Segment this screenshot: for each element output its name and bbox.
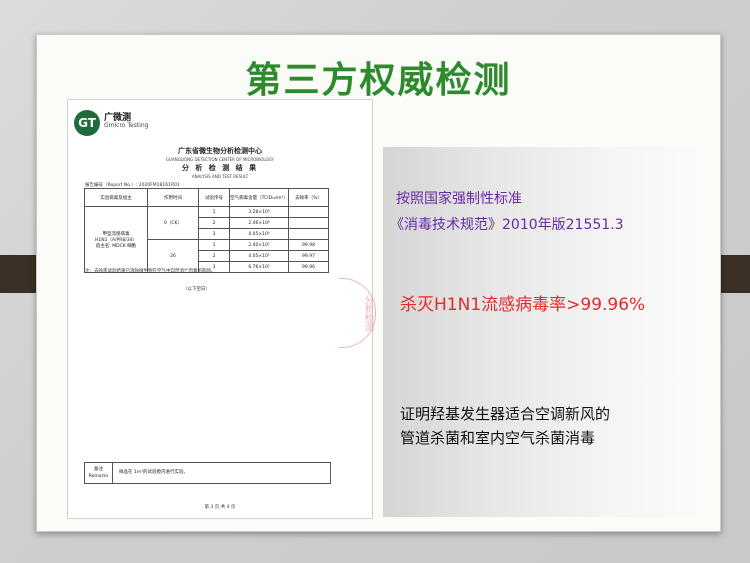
standard-line-2: 《消毒技术规范》2010年版21551.3 (390, 217, 624, 233)
standard-line-1: 按照国家强制性标准 (396, 191, 522, 207)
table-header-row: 实验病毒及组主 作用时间 试验序号 空气病毒含量（TCID₅₀/m³） 去除率（… (84, 188, 329, 207)
conclusion-line-1: 证明羟基发生器适合空调新风的 (400, 405, 611, 423)
rate-cell (288, 206, 329, 218)
lab-logo-name-en: Gmicro Testing (104, 122, 149, 129)
report-blank-marker: （以下空白） (183, 287, 210, 292)
content-cell: 4.05×10² (229, 250, 289, 262)
report-note: 注：去除率试验结果已消除微生物在空气中自然消亡因素的影响。 (85, 269, 216, 274)
time-control: 0（CK） (147, 206, 199, 240)
remarks-box: 备注 Remarks 样品在 1m³的试验舱内进行实验。 (84, 462, 331, 484)
test-report-document: GT 广微测 Gmicro Testing 广东省微生物分析检测中心 GUANG… (67, 99, 373, 519)
seq-cell: 3 (198, 228, 230, 240)
virus-cell: 甲型流感病毒 H1N1（A/PR8/34） 宿主名: MDCK 细胞 (84, 206, 148, 273)
header-seq: 试验序号 (198, 188, 230, 207)
seq-cell: 1 (198, 239, 230, 251)
virus-host: 宿主名: MDCK 细胞 (95, 243, 137, 249)
results-table: 实验病毒及组主 作用时间 试验序号 空气病毒含量（TCID₅₀/m³） 去除率（… (84, 188, 329, 273)
rate-cell (288, 228, 329, 240)
content-cell: 6.76×10² (229, 261, 289, 273)
content-cell: 2.40×10² (229, 239, 289, 251)
report-title: 分 析 检 测 结 果 (181, 164, 259, 172)
kill-rate-statement: 杀灭H1N1流感病毒率>99.96% (400, 295, 646, 315)
content-cell: 2.46×10⁶ (229, 217, 289, 229)
content-cell: 4.05×10⁶ (229, 228, 289, 240)
header-content: 空气病毒含量（TCID₅₀/m³） (229, 188, 289, 207)
report-organization-en: GUANGDONG DETECTION CENTER OF MICROBIOLO… (166, 157, 274, 162)
seq-cell: 1 (198, 206, 230, 218)
slide: 第三方权威检测 GT 广微测 Gmicro Testing 广东省微生物分析检测… (36, 34, 721, 532)
table-row: 甲型流感病毒 H1N1（A/PR8/34） 宿主名: MDCK 细胞 0（CK）… (84, 206, 329, 273)
lab-logo-icon: GT (74, 110, 100, 136)
header-virus: 实验病毒及组主 (84, 188, 148, 207)
remarks-text: 样品在 1m³的试验舱内进行实验。 (119, 470, 188, 475)
header-time: 作用时间 (147, 188, 199, 207)
rate-cell (288, 217, 329, 229)
report-organization: 广东省微生物分析检测中心 (178, 147, 262, 155)
rate-cell: 99.97 (288, 250, 329, 262)
seq-cell: 2 (198, 217, 230, 229)
slide-title: 第三方权威检测 (245, 60, 512, 101)
rate-cell: 99.96 (288, 261, 329, 273)
report-page-number: 第 3 页 共 4 页 (204, 505, 236, 510)
seq-cell: 2 (198, 250, 230, 262)
content-cell: 3.28×10⁶ (229, 206, 289, 218)
rate-cell: 99.98 (288, 239, 329, 251)
report-title-en: ANALYSIS AND TEST RESULT (191, 174, 249, 179)
remarks-label: 备注 (94, 467, 103, 472)
remarks-label-cell: 备注 Remarks (85, 463, 113, 483)
conclusion-line-2: 管道杀菌和室内空气杀菌消毒 (400, 429, 596, 447)
header-rate: 去除率（%） (288, 188, 329, 207)
remarks-label-en: Remarks (88, 474, 109, 479)
